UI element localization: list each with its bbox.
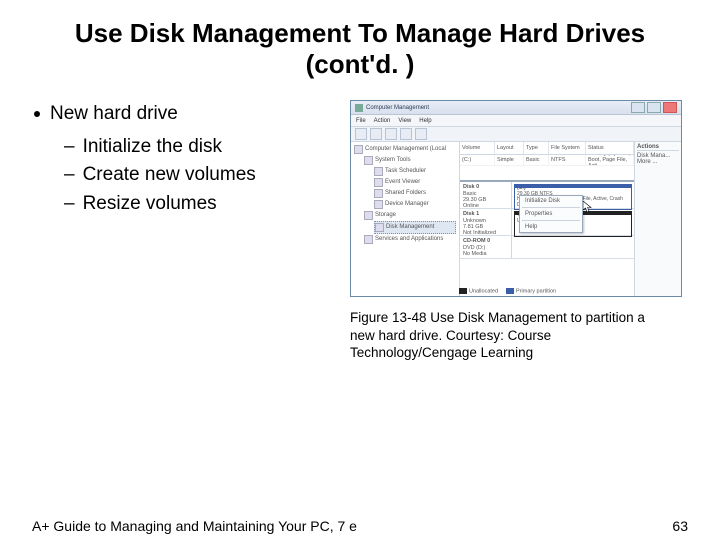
main-content: New hard drive – Initialize the disk – C… bbox=[0, 100, 720, 362]
col-status[interactable]: Status bbox=[586, 142, 634, 154]
menu-initialize-disk[interactable]: Initialize Disk bbox=[520, 196, 582, 206]
tree-disk-management[interactable]: Disk Management bbox=[374, 221, 456, 234]
col-filesystem[interactable]: File System bbox=[549, 142, 586, 154]
menu-properties[interactable]: Properties bbox=[520, 209, 582, 219]
menu-separator bbox=[522, 220, 580, 221]
col-volume[interactable]: Volume bbox=[460, 142, 495, 154]
tree-event-viewer[interactable]: Event Viewer bbox=[374, 177, 456, 188]
screenshot-computer-management: Computer Management File Action View Hel… bbox=[350, 100, 682, 297]
storage-icon bbox=[364, 211, 373, 220]
menu-bar: File Action View Help bbox=[351, 115, 681, 127]
bullet-top: New hard drive bbox=[30, 100, 340, 129]
cell-vol: (C:) bbox=[460, 155, 495, 165]
folder-icon bbox=[374, 189, 383, 198]
menu-help[interactable]: Help bbox=[419, 118, 431, 124]
window-controls bbox=[631, 102, 677, 113]
actions-header: Actions bbox=[637, 144, 679, 151]
minimize-button[interactable] bbox=[631, 102, 645, 113]
disk-icon bbox=[375, 223, 384, 232]
actions-pane: Actions Disk Mana... More ... bbox=[634, 142, 681, 297]
legend-unallocated: Unallocated bbox=[469, 288, 498, 294]
volume-row[interactable]: (C:) Simple Basic NTFS Healthy (System, … bbox=[460, 155, 634, 166]
slide-footer: A+ Guide to Managing and Maintaining You… bbox=[32, 518, 688, 534]
legend-swatch-primary bbox=[506, 288, 514, 294]
volume-grid-header: Volume Layout Type File System Status bbox=[460, 142, 634, 155]
close-button[interactable] bbox=[663, 102, 677, 113]
app-icon bbox=[355, 104, 363, 112]
tree-pane: Computer Management (Local System Tools … bbox=[351, 142, 460, 297]
sub-bullet: – Initialize the disk bbox=[64, 133, 340, 162]
tree-root[interactable]: Computer Management (Local bbox=[354, 144, 456, 155]
window-titlebar: Computer Management bbox=[351, 101, 681, 115]
actions-more[interactable]: More ... bbox=[637, 159, 679, 165]
maximize-button[interactable] bbox=[647, 102, 661, 113]
device-icon bbox=[374, 200, 383, 209]
bullet-top-text: New hard drive bbox=[50, 100, 178, 129]
menu-file[interactable]: File bbox=[356, 118, 366, 124]
cell-layout: Simple bbox=[495, 155, 524, 165]
sub-bullet: – Resize volumes bbox=[64, 190, 340, 219]
footer-left: A+ Guide to Managing and Maintaining You… bbox=[32, 518, 357, 534]
cdrom-row[interactable]: CD-ROM 0 DVD (D:) No Media bbox=[460, 236, 634, 259]
legend-primary: Primary partition bbox=[516, 288, 556, 294]
legend: Unallocated Primary partition bbox=[459, 288, 556, 294]
cdrom-header: CD-ROM 0 DVD (D:) No Media bbox=[460, 236, 512, 258]
tools-icon bbox=[364, 156, 373, 165]
page-number: 63 bbox=[672, 518, 688, 534]
menu-view[interactable]: View bbox=[398, 118, 411, 124]
bullet-list: New hard drive – Initialize the disk – C… bbox=[30, 100, 340, 218]
bullet-dot-icon bbox=[34, 111, 40, 117]
toolbar-view-icon[interactable] bbox=[400, 128, 412, 140]
disk1-header: Disk 1 Unknown 7.81 GB Not Initialized bbox=[460, 209, 512, 235]
toolbar-refresh-icon[interactable] bbox=[385, 128, 397, 140]
sub-bullet-text: Resize volumes bbox=[83, 190, 217, 219]
cell-type: Basic bbox=[524, 155, 549, 165]
menu-help[interactable]: Help bbox=[520, 222, 582, 232]
legend-swatch-unallocated bbox=[459, 288, 467, 294]
disk0-header: Disk 0 Basic 29.30 GB Online bbox=[460, 182, 512, 208]
tree-shared-folders[interactable]: Shared Folders bbox=[374, 188, 456, 199]
tree-device-manager[interactable]: Device Manager bbox=[374, 199, 456, 210]
slide-title: Use Disk Management To Manage Hard Drive… bbox=[50, 18, 670, 80]
menu-separator bbox=[522, 207, 580, 208]
menu-action[interactable]: Action bbox=[374, 118, 391, 124]
window-body: Computer Management (Local System Tools … bbox=[351, 142, 681, 297]
figure-column: Computer Management File Action View Hel… bbox=[350, 100, 690, 362]
dash-icon: – bbox=[64, 190, 75, 219]
toolbar-help-icon[interactable] bbox=[415, 128, 427, 140]
col-type[interactable]: Type bbox=[524, 142, 549, 154]
figure-caption: Figure 13-48 Use Disk Management to part… bbox=[350, 309, 660, 362]
tree-task-scheduler[interactable]: Task Scheduler bbox=[374, 166, 456, 177]
sub-bullet-text: Create new volumes bbox=[83, 161, 256, 190]
services-icon bbox=[364, 235, 373, 244]
toolbar-forward-icon[interactable] bbox=[370, 128, 382, 140]
cell-fs: NTFS bbox=[549, 155, 586, 165]
toolbar-back-icon[interactable] bbox=[355, 128, 367, 140]
window-title-text: Computer Management bbox=[366, 105, 429, 111]
dash-icon: – bbox=[64, 161, 75, 190]
computer-icon bbox=[354, 145, 363, 154]
context-menu: Initialize Disk Properties Help bbox=[519, 195, 583, 233]
sub-bullet: – Create new volumes bbox=[64, 161, 340, 190]
toolbar bbox=[351, 127, 681, 142]
tree-services-apps[interactable]: Services and Applications bbox=[364, 234, 456, 245]
cell-status: Healthy (System, Boot, Page File, Acti bbox=[586, 155, 634, 165]
clock-icon bbox=[374, 167, 383, 176]
tree-storage[interactable]: Storage bbox=[364, 210, 456, 221]
dash-icon: – bbox=[64, 133, 75, 162]
sub-bullet-text: Initialize the disk bbox=[83, 133, 222, 162]
event-icon bbox=[374, 178, 383, 187]
col-layout[interactable]: Layout bbox=[495, 142, 524, 154]
tree-system-tools[interactable]: System Tools bbox=[364, 155, 456, 166]
